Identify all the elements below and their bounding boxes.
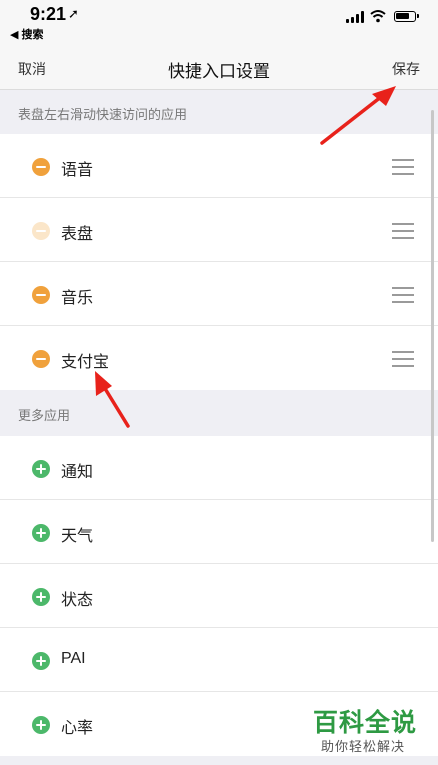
app-label: 支付宝 — [61, 354, 110, 371]
save-button[interactable]: 保存 — [392, 59, 420, 79]
add-circle-icon[interactable] — [32, 588, 50, 606]
add-circle-icon[interactable] — [32, 460, 50, 478]
app-label: 心率 — [61, 720, 94, 737]
add-circle-icon[interactable] — [32, 524, 50, 542]
drag-handle-icon[interactable] — [392, 351, 414, 367]
remove-circle-icon[interactable] — [32, 286, 50, 304]
signal-icon — [346, 11, 364, 23]
app-label: 音乐 — [61, 290, 94, 307]
drag-handle-icon[interactable] — [392, 159, 414, 175]
more-app-row: 通知 — [0, 436, 438, 500]
status-bar: 9:21 ➚ ◀ 搜索 — [0, 0, 438, 44]
app-label: 状态 — [61, 592, 94, 609]
shortcut-row: 语音 — [0, 134, 438, 198]
remove-circle-icon — [32, 222, 50, 240]
more-app-row: 天气 — [0, 500, 438, 564]
add-circle-icon[interactable] — [32, 716, 50, 734]
shortcut-row: 支付宝 — [0, 326, 438, 390]
app-label: 表盘 — [61, 226, 94, 243]
more-app-row: 状态 — [0, 564, 438, 628]
wifi-icon — [370, 10, 386, 23]
remove-circle-icon[interactable] — [32, 158, 50, 176]
scroll-indicator[interactable] — [431, 110, 434, 542]
section-header-shortcuts: 表盘左右滑动快速访问的应用 — [0, 90, 438, 134]
app-label: PAI — [61, 650, 86, 667]
status-time: 9:21 — [30, 4, 67, 24]
section-header-more: 更多应用 — [0, 390, 438, 436]
app-label: 天气 — [61, 528, 94, 545]
add-circle-icon[interactable] — [32, 652, 50, 670]
drag-handle-icon[interactable] — [392, 223, 414, 239]
app-label: 通知 — [61, 464, 94, 481]
shortcut-row: 音乐 — [0, 262, 438, 326]
app-label: 语音 — [61, 162, 94, 179]
remove-circle-icon[interactable] — [32, 350, 50, 368]
watermark-title: 百科全说 — [313, 709, 418, 737]
shortcut-row: 表盘 — [0, 198, 438, 262]
shortcut-list: 语音 表盘 音乐 支付宝 — [0, 134, 438, 390]
watermark-subtitle: 助你轻松解决 — [321, 739, 406, 754]
page-title: 快捷入口设置 — [168, 62, 270, 81]
nav-bar: 取消 快捷入口设置 保存 — [0, 44, 438, 90]
more-app-row: PAI — [0, 628, 438, 692]
location-arrow-icon: ➚ — [68, 6, 79, 21]
battery-icon — [394, 11, 419, 22]
drag-handle-icon[interactable] — [392, 287, 414, 303]
back-to-search-link[interactable]: ◀ 搜索 — [10, 26, 44, 42]
